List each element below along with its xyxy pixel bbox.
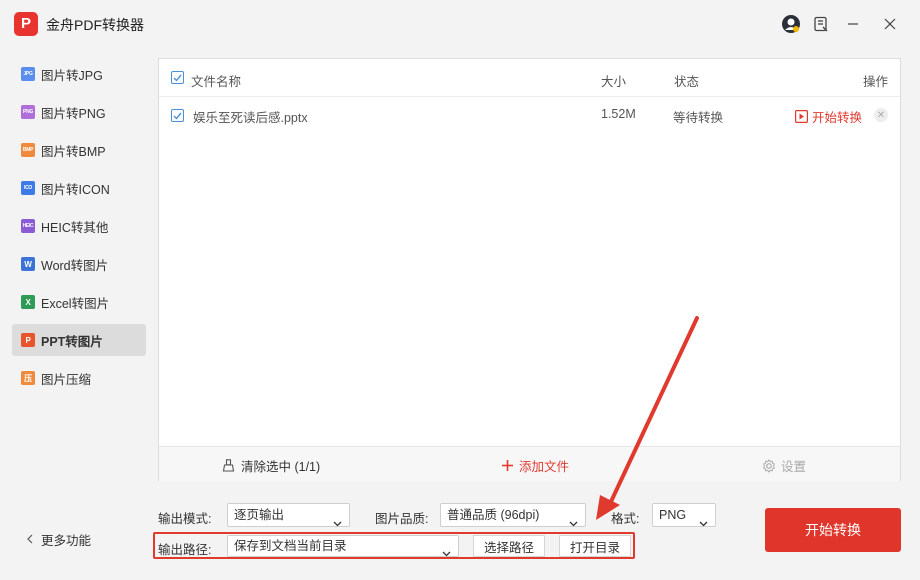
user-avatar-icon[interactable] (779, 12, 803, 36)
clear-selected-label: 清除选中 (1/1) (241, 460, 321, 474)
header-size: 大小 (601, 75, 627, 89)
app-title: 金舟PDF转换器 (46, 17, 144, 33)
sidebar-item-label: Word转图片 (41, 258, 109, 273)
more-features-label: 更多功能 (41, 534, 92, 548)
play-icon (795, 110, 808, 123)
compress-icon: 压 (21, 371, 35, 385)
panel-footer: 清除选中 (1/1) 添加文件 设置 (159, 446, 900, 481)
row-file-size: 1.52M (601, 107, 636, 121)
output-path-label: 输出路径: (158, 543, 212, 557)
sidebar-item-heic[interactable]: HEIC HEIC转其他 (12, 210, 146, 242)
sidebar-item-ppt[interactable]: P PPT转图片 (12, 324, 146, 356)
chevron-down-icon (699, 512, 708, 534)
more-features-link[interactable]: 更多功能 (26, 530, 91, 549)
table-row[interactable]: 娱乐至死读后感.pptx 1.52M 等待转换 开始转换 ✕ (159, 97, 900, 133)
add-file-button[interactable]: 添加文件 (502, 456, 569, 475)
sidebar-item-excel[interactable]: X Excel转图片 (12, 286, 146, 318)
file-list-panel: 文件名称 大小 状态 操作 娱乐至死读后感.pptx 1.52M 等待转换 开始… (158, 58, 901, 481)
output-path-value: 保存到文档当前目录 (234, 539, 347, 553)
minimize-icon[interactable] (841, 12, 865, 36)
output-mode-value: 逐页输出 (234, 508, 285, 522)
sidebar-item-label: 图片转PNG (41, 106, 106, 121)
chevron-down-icon (333, 512, 342, 534)
sidebar-item-label: PPT转图片 (41, 334, 103, 349)
excel-icon: X (21, 295, 35, 309)
output-mode-select[interactable]: 逐页输出 (227, 503, 350, 527)
bmp-icon: BMP (21, 143, 35, 157)
image-quality-label: 图片品质: (375, 512, 429, 526)
settings-button[interactable]: 设置 (762, 456, 806, 475)
heic-icon: HEIC (21, 219, 35, 233)
row-checkbox[interactable] (171, 109, 184, 122)
png-icon: PNG (21, 105, 35, 119)
settings-label: 设置 (781, 460, 807, 474)
ppt-icon: P (21, 333, 35, 347)
remove-row-icon[interactable]: ✕ (874, 108, 888, 122)
sidebar-item-png[interactable]: PNG 图片转PNG (12, 96, 146, 128)
sidebar-item-bmp[interactable]: BMP 图片转BMP (12, 134, 146, 166)
start-convert-button[interactable]: 开始转换 (765, 508, 901, 552)
row-start-convert-button[interactable]: 开始转换 (795, 107, 862, 126)
row-start-convert-label: 开始转换 (812, 111, 863, 125)
sidebar-item-jpg[interactable]: JPG 图片转JPG (12, 58, 146, 90)
sidebar-item-icon-format[interactable]: ICO 图片转ICON (12, 172, 146, 204)
jpg-icon: JPG (21, 67, 35, 81)
header-action: 操作 (863, 75, 889, 89)
choose-path-button[interactable]: 选择路径 (473, 535, 545, 557)
sidebar-item-label: Excel转图片 (41, 296, 110, 311)
clear-selected-button[interactable]: 清除选中 (1/1) (222, 456, 320, 475)
output-path-select[interactable]: 保存到文档当前目录 (227, 535, 459, 557)
gear-icon (762, 458, 776, 473)
plus-icon (502, 460, 513, 471)
sidebar-item-label: 图片转ICON (41, 182, 110, 197)
header-file-name: 文件名称 (191, 75, 242, 89)
sidebar-item-label: 图片压缩 (41, 372, 92, 387)
title-bar: P 金舟PDF转换器 (0, 0, 920, 48)
format-value: PNG (659, 508, 687, 522)
sidebar-item-label: HEIC转其他 (41, 220, 109, 235)
row-status: 等待转换 (673, 111, 724, 125)
sidebar-item-word[interactable]: W Word转图片 (12, 248, 146, 280)
chevron-down-icon (569, 512, 578, 534)
sidebar-item-label: 图片转JPG (41, 68, 103, 83)
add-file-label: 添加文件 (519, 460, 570, 474)
sidebar-item-compress[interactable]: 压图片压缩 (12, 362, 146, 394)
table-header: 文件名称 大小 状态 操作 (159, 59, 900, 97)
output-mode-label: 输出模式: (158, 512, 212, 526)
word-icon: W (21, 257, 35, 271)
sidebar-item-label: 图片转BMP (41, 144, 106, 159)
row-file-name: 娱乐至死读后感.pptx (193, 111, 308, 125)
header-status: 状态 (674, 75, 700, 89)
image-quality-select[interactable]: 普通品质 (96dpi) (440, 503, 586, 527)
chevron-down-icon (442, 543, 451, 563)
app-logo-icon: P (14, 12, 38, 36)
format-label: 格式: (611, 512, 640, 526)
select-all-checkbox[interactable] (171, 71, 184, 84)
icon-format-icon: ICO (21, 181, 35, 195)
feedback-icon[interactable] (809, 12, 833, 36)
format-select[interactable]: PNG (652, 503, 716, 527)
open-directory-button[interactable]: 打开目录 (559, 535, 631, 557)
close-icon[interactable] (878, 12, 902, 36)
image-quality-value: 普通品质 (96dpi) (447, 508, 540, 522)
broom-icon (222, 459, 235, 472)
chevron-left-icon (26, 533, 34, 547)
